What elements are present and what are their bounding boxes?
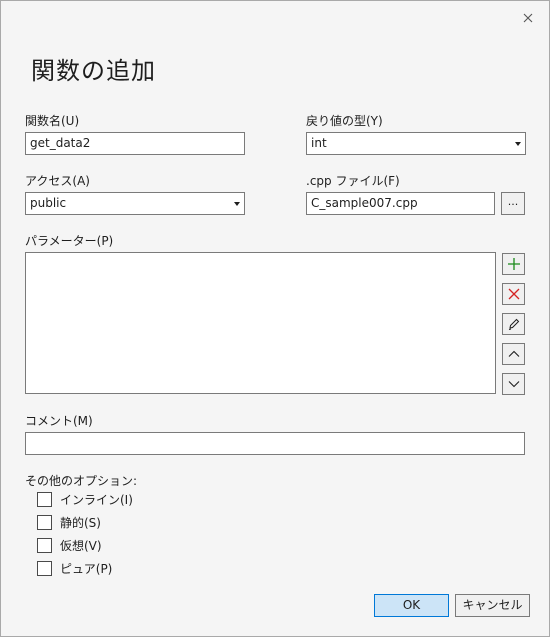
delete-parameter-button[interactable] [502,283,525,305]
virtual-label: 仮想(V) [60,539,102,553]
access-combo[interactable]: public [25,192,245,215]
comment-label: コメント(M) [25,414,93,428]
function-name-input[interactable]: get_data2 [25,132,245,155]
inline-label: インライン(I) [60,493,133,507]
cpp-file-label: .cpp ファイル(F) [306,174,400,188]
edit-parameter-button[interactable] [502,313,525,335]
option-static[interactable]: 静的(S) [37,514,101,531]
plus-icon [507,258,520,270]
return-type-value: int [311,136,327,150]
option-inline[interactable]: インライン(I) [37,491,133,508]
delete-icon [508,288,519,300]
parameters-list[interactable] [25,252,496,394]
cancel-button[interactable]: キャンセル [455,594,530,617]
dialog-title: 関数の追加 [31,57,156,85]
ok-button[interactable]: OK [374,594,449,617]
option-virtual[interactable]: 仮想(V) [37,537,102,554]
pure-label: ピュア(P) [60,562,113,576]
add-function-dialog: 関数の追加 関数名(U) get_data2 戻り値の型(Y) int アクセス… [0,0,550,637]
inline-checkbox[interactable] [37,492,52,507]
option-pure[interactable]: ピュア(P) [37,560,112,577]
chevron-up-icon [508,350,519,357]
dropdown-arrow-icon [515,142,521,146]
close-icon [523,13,533,23]
static-label: 静的(S) [60,516,101,530]
dropdown-arrow-icon [234,202,240,206]
cpp-file-input[interactable]: C_sample007.cpp [306,192,495,215]
access-value: public [30,196,67,210]
move-down-button[interactable] [502,373,525,395]
pencil-icon [508,318,519,330]
pure-checkbox[interactable] [37,561,52,576]
add-parameter-button[interactable] [502,253,525,275]
browse-button[interactable]: ... [501,192,525,215]
parameters-label: パラメーター(P) [25,234,114,248]
function-name-label: 関数名(U) [25,114,80,128]
access-label: アクセス(A) [25,174,90,188]
virtual-checkbox[interactable] [37,538,52,553]
chevron-down-icon [508,381,519,388]
comment-input[interactable] [25,432,525,455]
return-type-combo[interactable]: int [306,132,526,155]
return-type-label: 戻り値の型(Y) [306,114,383,128]
static-checkbox[interactable] [37,515,52,530]
close-button[interactable] [517,9,539,27]
move-up-button[interactable] [502,343,525,365]
other-options-label: その他のオプション: [25,474,138,488]
